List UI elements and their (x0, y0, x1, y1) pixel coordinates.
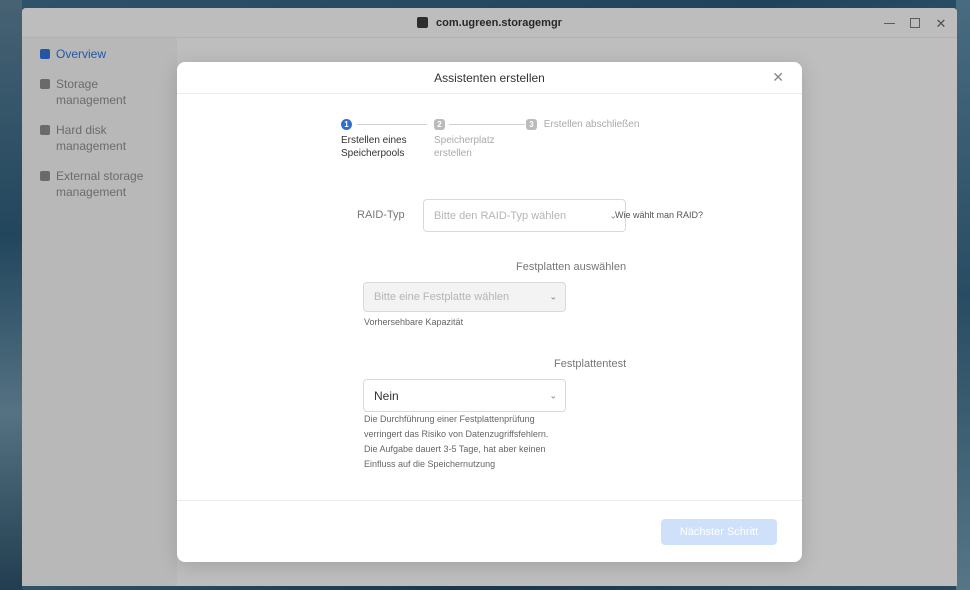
hint-line: Die Durchführung einer Festplattenprüfun… (364, 414, 535, 424)
step-label: Erstellen eines Speicherpools (341, 135, 407, 159)
create-wizard-dialog: Assistenten erstellen ✕ 1 Erstellen eine… (177, 62, 802, 562)
step-label: Speicherplatz erstellen (434, 135, 495, 159)
dialog-footer: Nächster Schritt (177, 500, 802, 562)
disktest-value: Nein (374, 388, 399, 403)
next-step-button[interactable]: Nächster Schritt (661, 519, 777, 545)
dialog-title: Assistenten erstellen (434, 70, 545, 85)
raid-type-select[interactable]: Bitte den RAID-Typ wählen ⌄ (423, 199, 626, 232)
dialog-header: Assistenten erstellen ✕ (177, 62, 802, 94)
disks-label: Festplatten auswählen (516, 261, 627, 273)
dialog-close-button[interactable]: ✕ (772, 70, 784, 84)
step-3: 3 Erstellen abschließen (526, 118, 639, 131)
disktest-select[interactable]: Nein ⌄ (363, 379, 566, 412)
disk-placeholder: Bitte eine Festplatte wählen (374, 291, 510, 303)
chevron-down-icon: ⌄ (549, 390, 557, 400)
raid-type-label: RAID-Typ (357, 209, 405, 221)
close-icon: ✕ (772, 69, 784, 85)
step-number: 2 (434, 119, 445, 130)
chevron-down-icon: ⌄ (549, 291, 557, 302)
capacity-label: Vorhersehbare Kapazität (364, 317, 464, 327)
disk-select[interactable]: Bitte eine Festplatte wählen ⌄ (363, 282, 566, 312)
raid-type-placeholder: Bitte den RAID-Typ wählen (434, 209, 567, 222)
hint-line: Einfluss auf die Speichernutzung (364, 459, 496, 469)
step-label: Erstellen abschließen (543, 119, 640, 130)
hint-line: Die Aufgabe dauert 3-5 Tage, hat aber ke… (364, 444, 546, 454)
wizard-steps: 1 Erstellen eines Speicherpools 2 Speich… (341, 118, 641, 159)
disktest-hint: Die Durchführung einer Festplattenprüfun… (364, 412, 584, 472)
step-number: 1 (341, 119, 352, 130)
hint-line: verringert das Risiko von Datenzugriffsf… (364, 429, 549, 439)
step-connector (449, 124, 525, 125)
step-number: 3 (526, 119, 537, 130)
step-connector (357, 124, 427, 125)
raid-help-link[interactable]: Wie wählt man RAID? (615, 210, 703, 220)
disktest-label: Festplattentest (554, 358, 627, 370)
